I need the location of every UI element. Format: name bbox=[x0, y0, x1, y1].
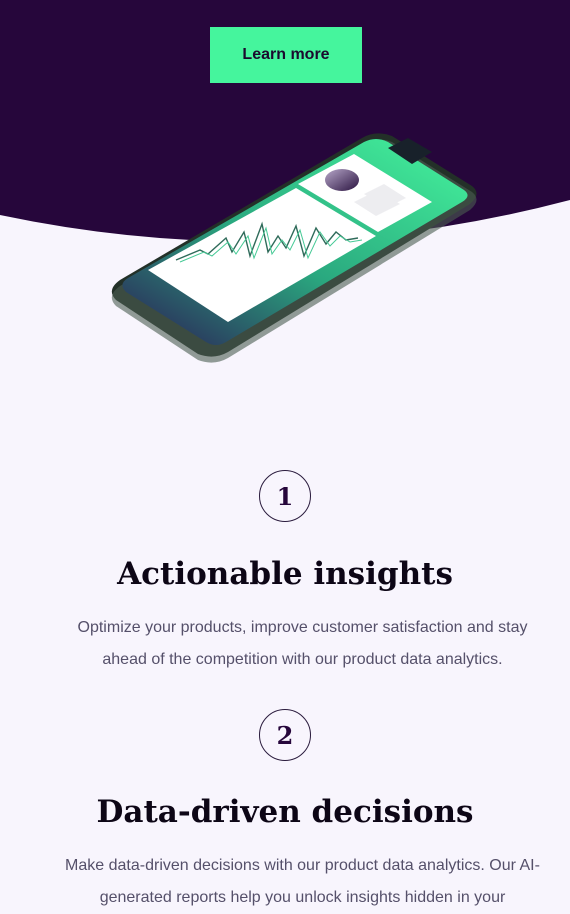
feature-title: Actionable insights bbox=[117, 556, 453, 592]
feature-item: 1 bbox=[0, 470, 570, 522]
step-number-badge: 1 bbox=[259, 470, 311, 522]
feature-item: 2 bbox=[0, 709, 570, 761]
phone-analytics-illustration bbox=[111, 133, 477, 363]
step-number-badge: 2 bbox=[259, 709, 311, 761]
feature-description: Optimize your products, improve customer… bbox=[77, 619, 528, 668]
feature-title: Data-driven decisions bbox=[96, 794, 474, 830]
feature-description: Make data-driven decisions with our prod… bbox=[65, 857, 540, 906]
learn-more-button[interactable]: Learn more bbox=[210, 27, 362, 83]
